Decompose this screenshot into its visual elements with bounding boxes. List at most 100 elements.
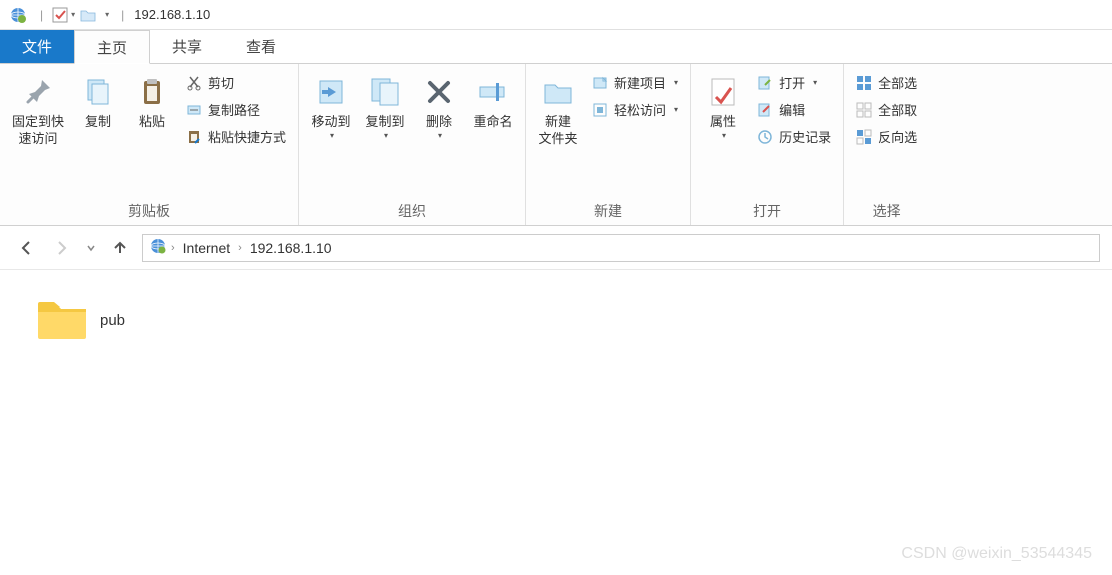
newitem-icon (592, 75, 608, 91)
copyto-button[interactable]: 复制到 ▾ (359, 68, 411, 144)
tab-file[interactable]: 文件 (0, 30, 74, 63)
copyto-label: 复制到 (366, 114, 405, 131)
newfolder-icon (540, 74, 576, 110)
delete-label: 删除 (426, 114, 452, 131)
qat-customize-dropdown[interactable]: ▾ (105, 10, 109, 19)
window-icon (8, 5, 32, 25)
folder-item[interactable]: pub (30, 290, 260, 351)
new-group-label: 新建 (532, 197, 684, 223)
invertselect-label: 反向选 (878, 127, 917, 146)
copyto-icon (367, 74, 403, 110)
pin-quickaccess-button[interactable]: 固定到快 速访问 (6, 68, 70, 152)
chevron-down-icon: ▾ (813, 78, 817, 87)
chevron-right-icon: › (171, 242, 175, 254)
pasteshortcut-button[interactable]: 粘贴快捷方式 (180, 124, 292, 149)
properties-button[interactable]: 属性 ▾ (697, 68, 749, 144)
watermark: CSDN @weixin_53544345 (901, 545, 1092, 563)
content-area: pub (0, 270, 1112, 371)
tab-share[interactable]: 共享 (150, 30, 224, 63)
history-icon (757, 129, 773, 145)
breadcrumb-root[interactable]: Internet (179, 240, 234, 256)
copypath-label: 复制路径 (208, 100, 260, 119)
titlebar: | ▾ ▾ | 192.168.1.10 (0, 0, 1112, 30)
paste-label: 粘贴 (139, 114, 165, 131)
cut-icon (186, 75, 202, 91)
ribbon-tabs: 文件 主页 共享 查看 (0, 30, 1112, 64)
open-label: 打开 (779, 73, 805, 92)
invertselect-icon (856, 129, 872, 145)
cut-label: 剪切 (208, 73, 234, 92)
select-group-label: 选择 (850, 197, 923, 223)
moveto-button[interactable]: 移动到 ▾ (305, 68, 357, 144)
moveto-icon (313, 74, 349, 110)
tab-home[interactable]: 主页 (74, 30, 150, 64)
newitem-button[interactable]: 新建项目 ▾ (586, 70, 684, 95)
internet-icon (149, 237, 167, 258)
tab-view[interactable]: 查看 (224, 30, 298, 63)
invertselect-button[interactable]: 反向选 (850, 124, 923, 149)
paste-icon (134, 74, 170, 110)
organize-group-label: 组织 (305, 197, 519, 223)
ribbon-group-new: 新建 文件夹 新建项目 ▾ 轻松访问 ▾ 新建 (526, 64, 691, 225)
qat-checkbox-icon[interactable]: ▾ (51, 6, 75, 24)
copy-button[interactable]: 复制 (72, 68, 124, 135)
folder-icon (34, 294, 90, 347)
delete-button[interactable]: 删除 ▾ (413, 68, 465, 144)
cut-button[interactable]: 剪切 (180, 70, 292, 95)
chevron-down-icon: ▾ (722, 131, 726, 140)
separator: | (121, 8, 124, 22)
folder-label: pub (100, 312, 125, 329)
history-button[interactable]: 历史记录 (751, 124, 837, 149)
easyaccess-button[interactable]: 轻松访问 ▾ (586, 97, 684, 122)
pin-icon (20, 74, 56, 110)
selectnone-button[interactable]: 全部取 (850, 97, 923, 122)
easyaccess-icon (592, 102, 608, 118)
nav-up-button[interactable] (106, 234, 134, 262)
selectall-label: 全部选 (878, 73, 917, 92)
chevron-down-icon: ▾ (674, 105, 678, 114)
address-path[interactable]: › Internet › 192.168.1.10 (142, 234, 1100, 262)
chevron-down-icon: ▾ (330, 131, 334, 140)
selectnone-icon (856, 102, 872, 118)
breadcrumb-current[interactable]: 192.168.1.10 (246, 240, 336, 256)
easyaccess-label: 轻松访问 (614, 100, 666, 119)
qat-folder-icon[interactable] (79, 6, 97, 24)
paste-button[interactable]: 粘贴 (126, 68, 178, 135)
newfolder-label: 新建 文件夹 (539, 114, 578, 148)
nav-recent-dropdown[interactable] (84, 234, 98, 262)
nav-forward-button[interactable] (48, 234, 76, 262)
chevron-down-icon: ▾ (384, 131, 388, 140)
pasteshortcut-label: 粘贴快捷方式 (208, 127, 286, 146)
selectall-button[interactable]: 全部选 (850, 70, 923, 95)
edit-icon (757, 102, 773, 118)
selectnone-label: 全部取 (878, 100, 917, 119)
chevron-down-icon: ▾ (438, 131, 442, 140)
chevron-right-icon: › (238, 242, 242, 254)
properties-icon (705, 74, 741, 110)
copypath-button[interactable]: 复制路径 (180, 97, 292, 122)
open-group-label: 打开 (697, 197, 837, 223)
clipboard-group-label: 剪贴板 (6, 197, 292, 223)
newfolder-button[interactable]: 新建 文件夹 (532, 68, 584, 152)
open-icon (757, 75, 773, 91)
copypath-icon (186, 102, 202, 118)
rename-icon (475, 74, 511, 110)
nav-back-button[interactable] (12, 234, 40, 262)
ribbon-group-clipboard: 固定到快 速访问 复制 粘贴 剪切 (0, 64, 299, 225)
addressbar: › Internet › 192.168.1.10 (0, 226, 1112, 270)
edit-button[interactable]: 编辑 (751, 97, 837, 122)
ribbon: 固定到快 速访问 复制 粘贴 剪切 (0, 64, 1112, 226)
window-title: 192.168.1.10 (134, 7, 210, 22)
pasteshortcut-icon (186, 129, 202, 145)
properties-label: 属性 (710, 114, 736, 131)
ribbon-group-select: 全部选 全部取 反向选 选择 (844, 64, 929, 225)
rename-button[interactable]: 重命名 (467, 68, 519, 135)
ribbon-group-open: 属性 ▾ 打开 ▾ 编辑 历史记录 打开 (691, 64, 844, 225)
history-label: 历史记录 (779, 127, 831, 146)
selectall-icon (856, 75, 872, 91)
separator: | (40, 8, 43, 22)
edit-label: 编辑 (779, 100, 805, 119)
open-button[interactable]: 打开 ▾ (751, 70, 837, 95)
copy-icon (80, 74, 116, 110)
moveto-label: 移动到 (312, 114, 351, 131)
